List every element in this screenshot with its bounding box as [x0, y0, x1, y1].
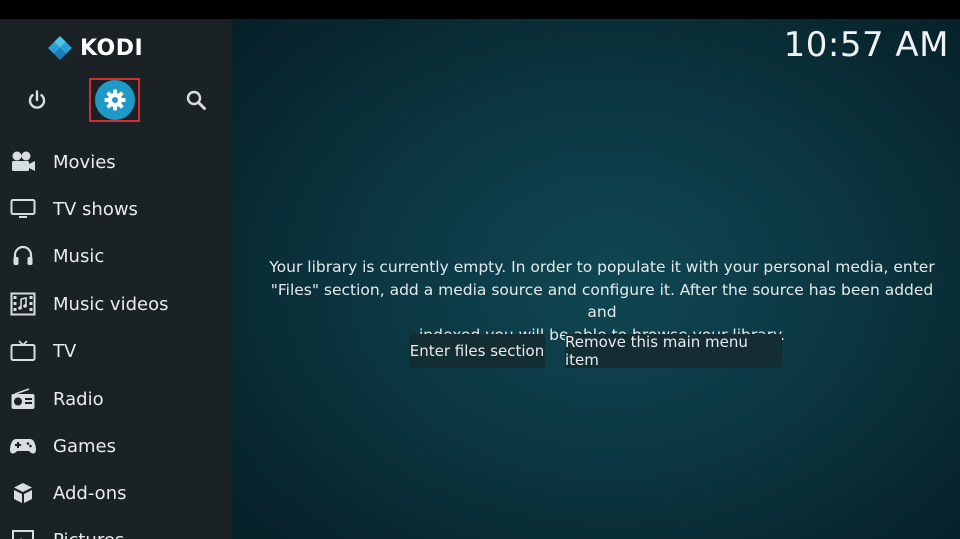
radio-icon — [9, 386, 37, 412]
menu-item-label: Radio — [53, 388, 104, 410]
menu-item-radio[interactable]: Radio — [0, 376, 232, 422]
music-icon — [9, 243, 37, 269]
movies-icon — [9, 149, 37, 175]
clock: 10:57 AM — [783, 25, 949, 65]
menu-item-music[interactable]: Music — [0, 233, 232, 279]
menu-item-movies[interactable]: Movies — [0, 139, 232, 185]
settings-button-bg — [94, 80, 135, 120]
settings-button[interactable] — [89, 78, 140, 122]
menu-item-label: Add-ons — [53, 482, 127, 504]
message-line: Your library is currently empty. In orde… — [269, 258, 935, 276]
games-icon — [9, 433, 37, 459]
power-button[interactable] — [24, 87, 50, 113]
menu-item-label: Movies — [53, 151, 116, 173]
kodi-logo: KODI — [46, 35, 143, 61]
menu-item-add-ons[interactable]: Add-ons — [0, 470, 232, 516]
menu-item-tv[interactable]: TV — [0, 328, 232, 374]
message-line: "Files" section, add a media source and … — [270, 280, 934, 322]
enter-files-section-button[interactable]: Enter files section — [409, 334, 545, 368]
music-videos-icon — [9, 291, 37, 317]
app-name: KODI — [80, 35, 144, 61]
kodi-logo-icon — [48, 36, 72, 60]
menu-item-label: Games — [53, 435, 116, 457]
menu-item-label: TV shows — [53, 198, 138, 220]
menu-item-games[interactable]: Games — [0, 423, 232, 469]
menu-item-label: TV — [53, 340, 77, 362]
menu-item-pictures[interactable]: Pictures — [0, 517, 232, 539]
addons-icon — [9, 480, 37, 506]
menu-item-label: Music — [53, 245, 105, 267]
power-icon — [28, 90, 46, 109]
settings-icon — [104, 89, 125, 111]
menu-item-tv-shows[interactable]: TV shows — [0, 186, 232, 232]
sidebar: KODI Movies TV shows Music Music videos … — [0, 19, 232, 539]
menu-item-label: Music videos — [53, 293, 169, 315]
remove-menu-item-button[interactable]: Remove this main menu item — [565, 333, 782, 369]
search-button[interactable] — [183, 87, 209, 113]
menu-item-music-videos[interactable]: Music videos — [0, 281, 232, 327]
search-icon — [186, 90, 206, 110]
menu-item-label: Pictures — [53, 530, 124, 539]
tv-icon — [9, 338, 37, 364]
kodi-screen: KODI Movies TV shows Music Music videos … — [0, 19, 960, 539]
tv-shows-icon — [9, 196, 37, 222]
pictures-icon — [9, 527, 37, 539]
